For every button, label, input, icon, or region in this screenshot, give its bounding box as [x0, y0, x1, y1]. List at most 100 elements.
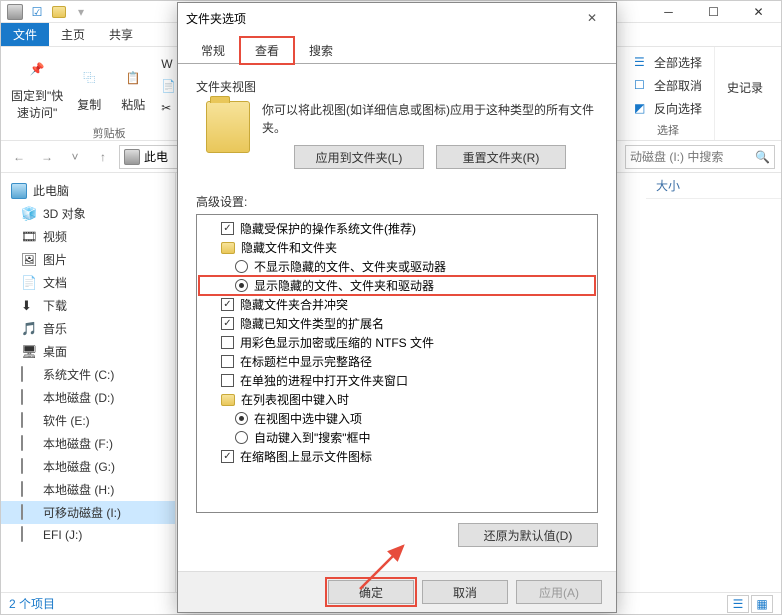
checkbox[interactable]: [221, 336, 234, 349]
checkbox[interactable]: [221, 222, 234, 235]
back-button[interactable]: ←: [7, 145, 31, 169]
tab-share[interactable]: 共享: [97, 23, 145, 46]
advanced-option[interactable]: 不显示隐藏的文件、文件夹或驱动器: [199, 257, 595, 276]
drive-icon: [21, 390, 37, 406]
radio[interactable]: [235, 431, 248, 444]
restore-defaults-button[interactable]: 还原为默认值(D): [458, 523, 598, 547]
dialog-close-button[interactable]: ✕: [576, 6, 608, 30]
tree-item[interactable]: 🧊3D 对象: [1, 202, 175, 225]
search-icon: 🔍: [755, 150, 770, 164]
advanced-option[interactable]: 自动键入到"搜索"框中: [199, 428, 595, 447]
option-label: 不显示隐藏的文件、文件夹或驱动器: [254, 258, 446, 275]
doc-icon: 📄: [21, 275, 37, 291]
tree-item-label: 桌面: [43, 343, 67, 360]
advanced-option[interactable]: 用彩色显示加密或压缩的 NTFS 文件: [199, 333, 595, 352]
select-group-label: 选择: [657, 122, 679, 138]
radio[interactable]: [235, 260, 248, 273]
radio[interactable]: [235, 412, 248, 425]
tree-item-label: 3D 对象: [43, 205, 86, 222]
checkbox[interactable]: [221, 298, 234, 311]
advanced-option[interactable]: 显示隐藏的文件、文件夹和驱动器: [199, 276, 595, 295]
copy-button[interactable]: ⿻ 复制: [69, 51, 109, 123]
tab-file[interactable]: 文件: [1, 23, 49, 46]
drive-icon: [21, 413, 37, 429]
tree-item[interactable]: ⬇下载: [1, 294, 175, 317]
cancel-button[interactable]: 取消: [422, 580, 508, 604]
recent-button[interactable]: ˅: [63, 145, 87, 169]
music-icon: 🎵: [21, 321, 37, 337]
advanced-option[interactable]: 隐藏文件和文件夹: [199, 238, 595, 257]
select-none-button[interactable]: ☐全部取消: [630, 75, 706, 96]
tree-item[interactable]: 本地磁盘 (D:): [1, 386, 175, 409]
checkbox[interactable]: [221, 450, 234, 463]
drive-icon: [21, 505, 37, 521]
folder-view-title: 文件夹视图: [196, 78, 598, 95]
select-all-icon: ☰: [634, 55, 650, 71]
option-label: 隐藏受保护的操作系统文件(推荐): [240, 220, 416, 237]
search-placeholder: 动磁盘 (I:) 中搜索: [630, 148, 723, 165]
maximize-button[interactable]: ☐: [691, 1, 736, 23]
tree-item[interactable]: 本地磁盘 (G:): [1, 455, 175, 478]
advanced-option[interactable]: 在标题栏中显示完整路径: [199, 352, 595, 371]
tree-item-label: 系统文件 (C:): [43, 366, 114, 383]
invert-selection-button[interactable]: ◩反向选择: [630, 98, 706, 119]
column-size[interactable]: 大小: [646, 173, 781, 199]
history-button[interactable]: 史记录: [723, 77, 767, 98]
radio[interactable]: [235, 279, 248, 292]
dialog-tab-search[interactable]: 搜索: [294, 37, 348, 64]
dialog-tab-general[interactable]: 常规: [186, 37, 240, 64]
tree-item[interactable]: 本地磁盘 (F:): [1, 432, 175, 455]
tree-item-label: EFI (J:): [43, 528, 82, 542]
tree-item-label: 音乐: [43, 320, 67, 337]
tree-root-pc[interactable]: 此电脑: [1, 179, 175, 202]
address-text: 此电: [144, 148, 168, 165]
option-label: 在视图中选中键入项: [254, 410, 362, 427]
forward-button[interactable]: →: [35, 145, 59, 169]
apply-to-folders-button[interactable]: 应用到文件夹(L): [294, 145, 424, 169]
checkbox[interactable]: [221, 317, 234, 330]
tree-item[interactable]: 🖥 桌面: [1, 340, 175, 363]
desktop-icon: 🖥: [21, 344, 37, 360]
search-box[interactable]: 动磁盘 (I:) 中搜索 🔍: [625, 145, 775, 169]
folder-view-desc: 你可以将此视图(如详细信息或图标)应用于这种类型的所有文件夹。: [262, 101, 598, 137]
tab-home[interactable]: 主页: [49, 23, 97, 46]
drive-icon: [21, 527, 37, 543]
tree-item[interactable]: 可移动磁盘 (I:): [1, 501, 175, 524]
advanced-option[interactable]: 隐藏受保护的操作系统文件(推荐): [199, 219, 595, 238]
tree-item[interactable]: 🎞视频: [1, 225, 175, 248]
ok-button[interactable]: 确定: [328, 580, 414, 604]
tree-item[interactable]: 系统文件 (C:): [1, 363, 175, 386]
paste-button[interactable]: 📋 粘贴: [113, 51, 153, 123]
tree-item[interactable]: 本地磁盘 (H:): [1, 478, 175, 501]
select-all-button[interactable]: ☰全部选择: [630, 52, 706, 73]
tree-item[interactable]: 软件 (E:): [1, 409, 175, 432]
advanced-option[interactable]: 在缩略图上显示文件图标: [199, 447, 595, 466]
advanced-settings-box[interactable]: 隐藏受保护的操作系统文件(推荐)隐藏文件和文件夹不显示隐藏的文件、文件夹或驱动器…: [196, 214, 598, 513]
paste-icon: 📋: [117, 62, 149, 94]
dialog-tabs: 常规 查看 搜索: [178, 33, 616, 64]
advanced-option[interactable]: 在列表视图中键入时: [199, 390, 595, 409]
advanced-option[interactable]: 在视图中选中键入项: [199, 409, 595, 428]
advanced-option[interactable]: 在单独的进程中打开文件夹窗口: [199, 371, 595, 390]
view-details-button[interactable]: ☰: [727, 595, 749, 613]
reset-folders-button[interactable]: 重置文件夹(R): [436, 145, 566, 169]
tree-item[interactable]: 🎵 音乐: [1, 317, 175, 340]
close-button[interactable]: ✕: [736, 1, 781, 23]
drive-icon: [21, 482, 37, 498]
tree-item[interactable]: 📄文档: [1, 271, 175, 294]
tree-item[interactable]: 🖼图片: [1, 248, 175, 271]
view-icons-button[interactable]: ▦: [751, 595, 773, 613]
minimize-button[interactable]: ─: [646, 1, 691, 23]
up-button[interactable]: ↑: [91, 145, 115, 169]
tree-item-label: 图片: [43, 251, 67, 268]
apply-button[interactable]: 应用(A): [516, 580, 602, 604]
advanced-option[interactable]: 隐藏文件夹合并冲突: [199, 295, 595, 314]
tree-item[interactable]: EFI (J:): [1, 524, 175, 546]
dialog-tab-view[interactable]: 查看: [240, 37, 294, 64]
checkbox[interactable]: [221, 374, 234, 387]
checkbox[interactable]: [221, 355, 234, 368]
advanced-option[interactable]: 隐藏已知文件类型的扩展名: [199, 314, 595, 333]
option-label: 隐藏已知文件类型的扩展名: [240, 315, 384, 332]
drive-icon: [21, 459, 37, 475]
pin-button[interactable]: 📌 固定到"快 速访问": [9, 51, 65, 123]
